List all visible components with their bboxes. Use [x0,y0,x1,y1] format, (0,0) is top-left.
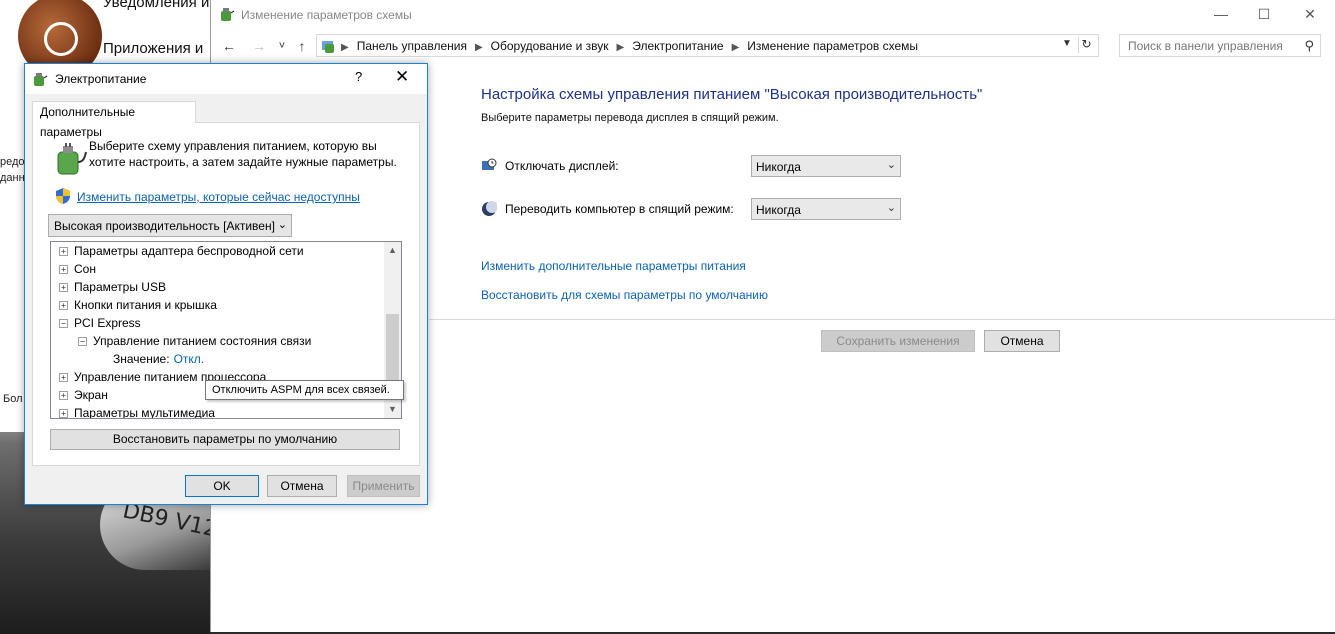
tree-item-wireless-adapter[interactable]: + Параметры адаптера беспроводной сети [59,244,304,262]
breadcrumb-power-options[interactable]: Электропитание [632,39,723,53]
background-notifications-text: Уведомления и [103,0,210,11]
tree-item-sleep[interactable]: + Сон [59,262,96,280]
moon-icon [481,201,498,217]
dialog-close-button[interactable]: ✕ [395,67,409,87]
display-off-value: Никогда [756,160,801,174]
tab-advanced-settings[interactable]: Дополнительные параметры [32,101,196,139]
search-input[interactable]: Поиск в панели управления ⚲ [1119,34,1321,57]
tree-item-label: PCI Express [74,316,141,330]
breadcrumb: ▶ Панель управления ▶ Оборудование и звук ▶ Э… [341,39,918,53]
expand-icon[interactable]: + [59,283,68,292]
battery-plug-icon [52,142,88,176]
power-scheme-value: Высокая производительность [Активен] [54,219,275,233]
scroll-down-icon[interactable]: ▼ [384,401,401,418]
tree-item-label: Сон [74,262,96,276]
minimize-button[interactable]: — [1198,0,1244,28]
recent-locations-chevron-icon[interactable]: ˅ [273,37,291,55]
background-side-text-2: данн [0,172,25,184]
forward-arrow-icon[interactable]: → [250,37,268,55]
power-scheme-select[interactable]: Высокая производительность [Активен] ⌄ [48,214,292,237]
display-off-label: Отключать дисплей: [505,159,619,173]
refresh-icon[interactable]: ↻ [1078,37,1094,53]
tree-item-multimedia[interactable]: + Параметры мультимедиа [59,406,215,419]
background-apps-text: Приложения и [103,40,204,57]
search-icon[interactable]: ⚲ [1304,38,1314,54]
page-title: Настройка схемы управления питанием "Выс… [481,86,983,103]
tree-item-power-buttons[interactable]: + Кнопки питания и крышка [59,298,217,316]
aspm-tooltip: Отключить ASPM для всех связей. [205,380,404,400]
tree-item-pci-express[interactable]: − PCI Express [59,316,141,334]
ok-button[interactable]: OK [185,475,259,497]
up-arrow-icon[interactable]: ↑ [293,37,311,55]
address-dropdown-chevron-icon[interactable]: ▼ [1060,38,1074,49]
tree-item-value[interactable]: Значение: Откл. [113,352,204,370]
expand-icon[interactable]: + [59,391,68,400]
background-side-text-1: редо [0,156,25,168]
back-arrow-icon[interactable]: ← [220,37,238,55]
background-logo-ring [44,22,78,56]
close-button[interactable]: ✕ [1287,0,1333,28]
expand-icon[interactable]: + [59,265,68,274]
collapse-icon[interactable]: − [59,319,68,328]
control-panel-location-icon [321,38,337,57]
expand-icon[interactable]: + [59,301,68,310]
sleep-select[interactable]: Никогда ⌄ [751,198,901,220]
breadcrumb-hardware-sound[interactable]: Оборудование и звук [491,39,609,53]
breadcrumb-edit-plan[interactable]: Изменение параметров схемы [747,39,918,53]
apply-button[interactable]: Применить [347,475,420,497]
search-placeholder: Поиск в панели управления [1128,39,1283,53]
power-options-icon [219,6,235,25]
control-panel-titlebar[interactable]: Изменение параметров схемы — ☐ ✕ [211,0,1335,30]
help-button[interactable]: ? [355,69,362,84]
control-panel-title: Изменение параметров схемы [241,8,412,22]
dialog-intro-text: Выберите схему управления питанием, кото… [89,139,397,169]
change-unavailable-settings-link[interactable]: Изменить параметры, которые сейчас недос… [77,190,360,204]
address-bar[interactable]: ▶ Панель управления ▶ Оборудование и звук ▶ Э… [316,34,1099,57]
tree-item-label: Параметры USB [74,280,166,294]
tree-item-label: Параметры мультимедиа [74,406,215,419]
tree-item-link-state-power[interactable]: − Управление питанием состояния связи [78,334,311,352]
scroll-up-icon[interactable]: ▲ [384,242,401,259]
dialog-titlebar[interactable]: Электропитание ? ✕ [25,64,427,94]
tree-item-label: Параметры адаптера беспроводной сети [74,244,304,258]
power-options-dialog: Электропитание ? ✕ Дополнительные параме… [24,63,428,505]
tree-item-usb[interactable]: + Параметры USB [59,280,166,298]
power-options-icon [32,71,48,90]
dialog-cancel-button[interactable]: Отмена [267,475,337,497]
tree-item-label: Кнопки питания и крышка [74,298,217,312]
page-subtitle: Выберите параметры перевода дисплея в сп… [481,112,779,124]
sleep-label: Переводить компьютер в спящий режим: [505,202,734,216]
save-changes-button[interactable]: Сохранить изменения [821,330,975,352]
value-label: Значение: [113,352,170,366]
expand-icon[interactable]: + [59,247,68,256]
cancel-button[interactable]: Отмена [984,330,1060,352]
navigation-bar: ← → ˅ ↑ ▶ Панель управления ▶ Оборудование … [211,32,1335,60]
sleep-value: Никогда [756,203,801,217]
uac-shield-icon [55,187,71,208]
scrollbar-thumb[interactable] [386,314,399,384]
tree-item-label: Управление питанием состояния связи [93,334,312,348]
chevron-down-icon: ⌄ [277,219,287,231]
dialog-title: Электропитание [55,72,147,86]
advanced-settings-link[interactable]: Изменить дополнительные параметры питани… [481,259,746,273]
expand-icon[interactable]: + [59,373,68,382]
display-off-select[interactable]: Никогда ⌄ [751,155,901,177]
background-side-text-3: Бол [3,393,23,405]
display-clock-icon [481,158,497,174]
breadcrumb-control-panel[interactable]: Панель управления [357,39,467,53]
divider [429,319,1335,320]
chevron-down-icon: ⌄ [886,202,896,214]
collapse-icon[interactable]: − [78,337,87,346]
restore-defaults-link[interactable]: Восстановить для схемы параметры по умол… [481,288,768,302]
tree-item-label: Экран [74,388,108,402]
chevron-down-icon: ⌄ [886,159,896,171]
restore-defaults-button[interactable]: Восстановить параметры по умолчанию [50,429,400,450]
tree-item-display[interactable]: + Экран [59,388,108,406]
value-setting[interactable]: Откл. [174,352,205,366]
maximize-button[interactable]: ☐ [1241,0,1287,28]
expand-icon[interactable]: + [59,409,68,418]
